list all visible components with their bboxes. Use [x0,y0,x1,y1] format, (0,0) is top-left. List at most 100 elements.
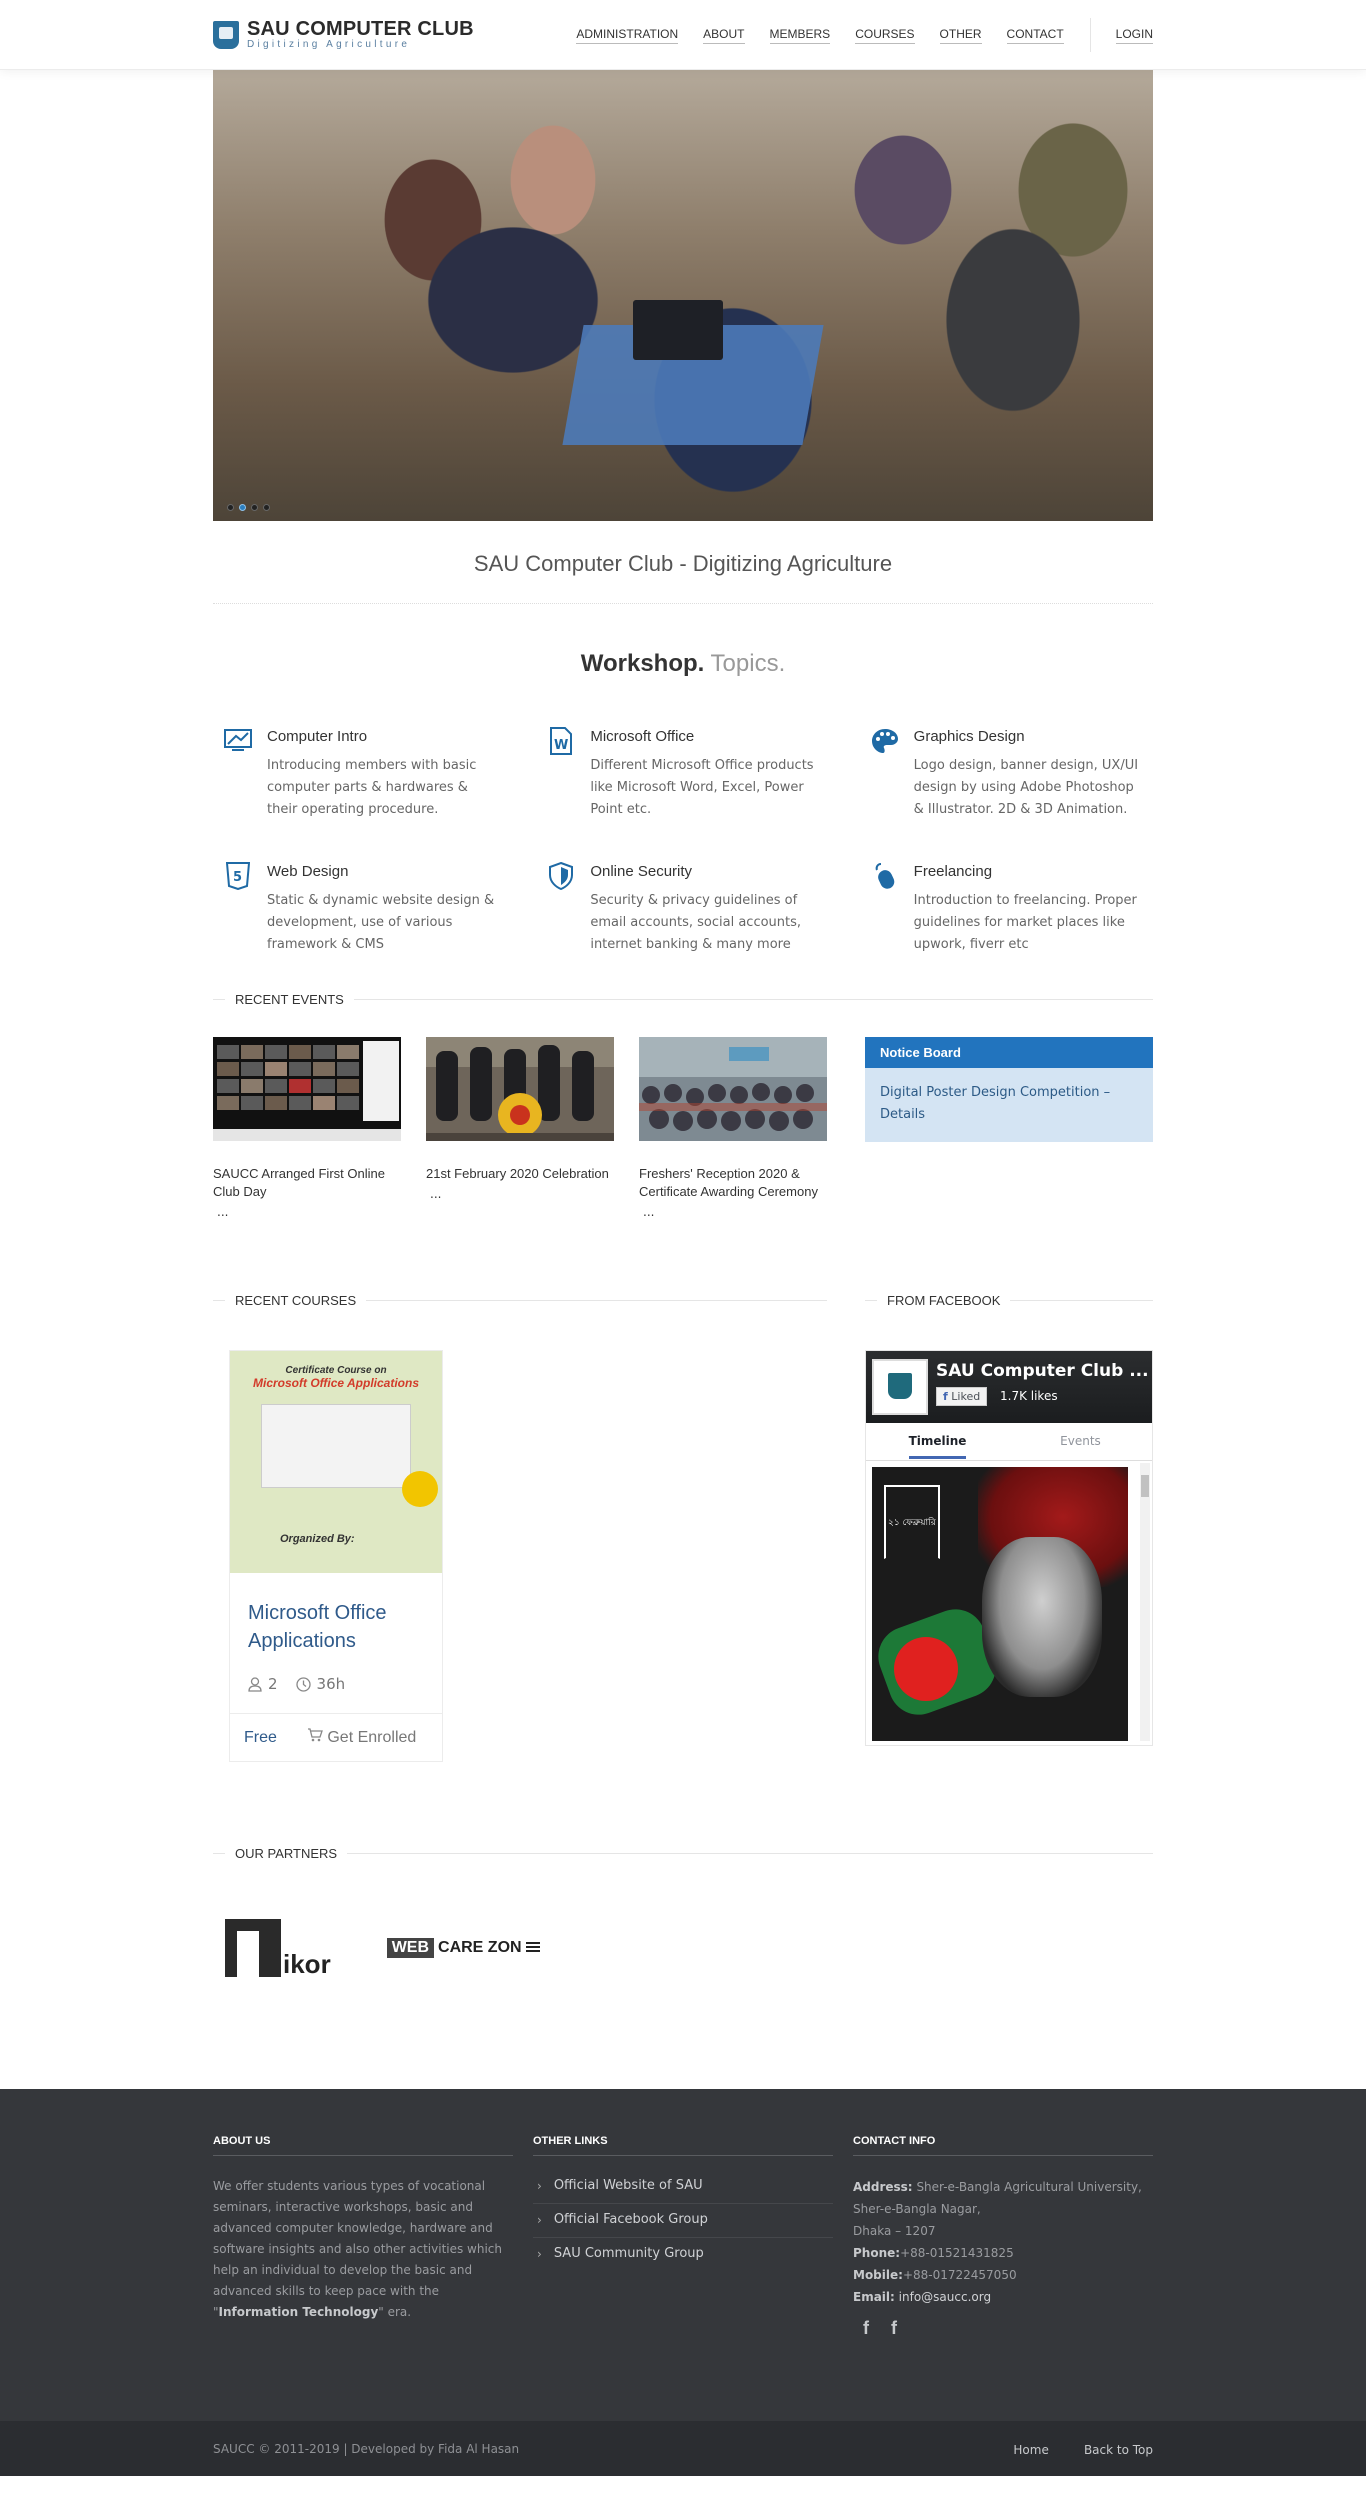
section-title: FROM FACEBOOK [887,1293,1001,1308]
courses-facebook-row: RECENT COURSES Certificate Course on Mic… [213,1293,1153,1762]
topic-title: Computer Intro [267,728,368,745]
facebook-post-image[interactable]: ২১ ফেব্রুয়ারি [872,1467,1128,1741]
social-links: f f [853,2318,1153,2339]
cart-icon [307,1728,323,1742]
facebook-liked-button[interactable]: f Liked [936,1387,988,1406]
course-poster-org: Organized By: [280,1533,355,1545]
topic-description: Security & privacy guidelines of email a… [590,893,802,952]
site-footer: ABOUT US We offer students various types… [0,2089,1366,2421]
nav-divider [1089,18,1091,52]
facebook-heading: FROM FACEBOOK [865,1293,1153,1308]
notice-item-link[interactable]: Digital Poster Design Competition – Deta… [865,1068,1153,1142]
hero-photo [213,70,1153,521]
slider-dot-active[interactable] [239,504,246,511]
course-title[interactable]: Microsoft Office Applications [248,1599,424,1655]
stripes-icon [525,1942,540,1954]
partner-logo-nikor[interactable]: ikor [225,1919,331,1977]
facebook-page-name[interactable]: SAU Computer Club ... [936,1361,1149,1381]
nav-contact[interactable]: CONTACT [1006,27,1064,44]
nav-administration[interactable]: ADMINISTRATION [576,27,679,44]
event-card[interactable]: SAUCC Arranged First Online Club Day ... [213,1037,401,1219]
palette-icon [870,726,900,756]
event-title[interactable]: SAUCC Arranged First Online Club Day [213,1165,401,1201]
partner-logo-webcarezone[interactable]: WEB CARE ZON [386,1938,540,1958]
svg-text:W: W [554,738,568,753]
nav-about[interactable]: ABOUT [703,27,745,44]
recent-events-heading: RECENT EVENTS [213,992,1153,1007]
course-students-count: 2 [268,1675,278,1693]
section-title: RECENT COURSES [235,1293,357,1308]
slider-dot[interactable] [227,504,234,511]
facebook-page-avatar[interactable] [872,1359,928,1415]
facebook-icon[interactable]: f [891,2318,897,2339]
get-enrolled-button[interactable]: Get Enrolled [307,1728,416,1747]
topic-online-security: Online Security Security & privacy guide… [546,861,829,956]
nav-courses[interactable]: COURSES [855,27,915,44]
back-to-top-link[interactable]: Back to Top [1084,2443,1153,2457]
event-card[interactable]: Freshers' Reception 2020 & Certificate A… [639,1037,827,1219]
footer-contact-heading: CONTACT INFO [853,2135,1153,2156]
contact-phone[interactable]: +88-01521431825 [900,2246,1014,2260]
event-thumbnail-freshers-reception[interactable] [639,1037,827,1141]
contact-mobile[interactable]: +88-01722457050 [903,2268,1017,2282]
recent-courses-heading: RECENT COURSES [213,1293,827,1308]
course-card[interactable]: Certificate Course on Microsoft Office A… [229,1350,443,1762]
facebook-icon[interactable]: f [863,2318,869,2339]
course-price: Free [244,1728,277,1746]
facebook-tab-events[interactable]: Events [1009,1423,1152,1460]
topic-title: Freelancing [913,863,993,880]
course-poster-stamp [402,1471,438,1507]
hero-slider [213,70,1153,521]
event-thumbnail-21-february[interactable] [426,1037,614,1141]
topic-title: Online Security [590,863,693,880]
nav-other[interactable]: OTHER [939,27,982,44]
footer-about-text: We offer students various types of vocat… [213,2179,503,2319]
clock-icon [295,1676,311,1692]
webcare-text: CARE ZON [438,1939,522,1956]
footer-bottom-bar: SAUCC © 2011-2019 | Developed by Fida Al… [0,2421,1366,2476]
footer-link-facebook-group[interactable]: › Official Facebook Group [533,2204,833,2238]
event-title[interactable]: 21st February 2020 Celebration [426,1165,614,1183]
course-poster[interactable]: Certificate Course on Microsoft Office A… [230,1351,442,1573]
course-duration-value: 36h [316,1675,346,1693]
site-logo[interactable]: SAU COMPUTER CLUB Digitizing Agriculture [213,19,474,51]
svg-text:5: 5 [233,870,242,885]
course-poster-contents [261,1404,411,1488]
recent-events: SAUCC Arranged First Online Club Day ...… [213,1037,1153,1219]
topic-title: Web Design [267,863,349,880]
workshop-heading-bold: Workshop. [580,650,705,677]
footer-links: OTHER LINKS › Official Website of SAU › Of… [533,2135,833,2339]
workshop-heading-light: Topics. [710,650,786,677]
partners-logos: ikor WEB CARE ZON [213,1913,1153,1983]
topic-microsoft-office: W Microsoft Office Different Microsoft O… [546,726,829,821]
contact-email[interactable]: info@saucc.org [899,2290,991,2304]
notice-board-title: Notice Board [865,1037,1153,1068]
notice-board: Notice Board Digital Poster Design Compe… [865,1037,1153,1219]
event-card[interactable]: 21st February 2020 Celebration ... [426,1037,614,1219]
facebook-tab-timeline[interactable]: Timeline [866,1423,1009,1460]
nav-members[interactable]: MEMBERS [769,27,831,44]
word-document-icon: W [546,726,576,756]
mouse-icon [870,861,900,891]
event-thumbnail-online-club-day[interactable] [213,1037,401,1141]
logo-subtitle: Digitizing Agriculture [247,39,411,50]
topic-title: Microsoft Office [590,728,695,745]
facebook-page-widget[interactable]: SAU Computer Club ... f Liked 1.7K likes… [865,1350,1153,1746]
logo-title: SAU COMPUTER CLUB [247,18,474,40]
topic-web-design: 5 Web Design Static & dynamic website de… [223,861,506,956]
chevron-right-icon: › [537,2246,542,2261]
footer-link-community-group[interactable]: › SAU Community Group [533,2238,833,2271]
club-shield-icon [213,21,239,49]
footer-link-sau-website[interactable]: › Official Website of SAU [533,2170,833,2204]
slider-dot[interactable] [263,504,270,511]
event-title[interactable]: Freshers' Reception 2020 & Certificate A… [639,1165,827,1201]
footer-home-link[interactable]: Home [1013,2443,1048,2457]
slider-dot[interactable] [251,504,258,511]
topic-description: Introducing members with basic computer … [267,758,477,817]
facebook-likes-count: 1.7K likes [1000,1389,1058,1403]
workshop-topics: Computer Intro Introducing members with … [213,726,1153,956]
facebook-icon: f [943,1390,948,1403]
copyright-text: SAUCC © 2011-2019 | Developed by Fida Al… [213,2441,520,2456]
nav-login[interactable]: LOGIN [1115,27,1153,44]
facebook-scrollbar[interactable] [1140,1463,1150,1741]
